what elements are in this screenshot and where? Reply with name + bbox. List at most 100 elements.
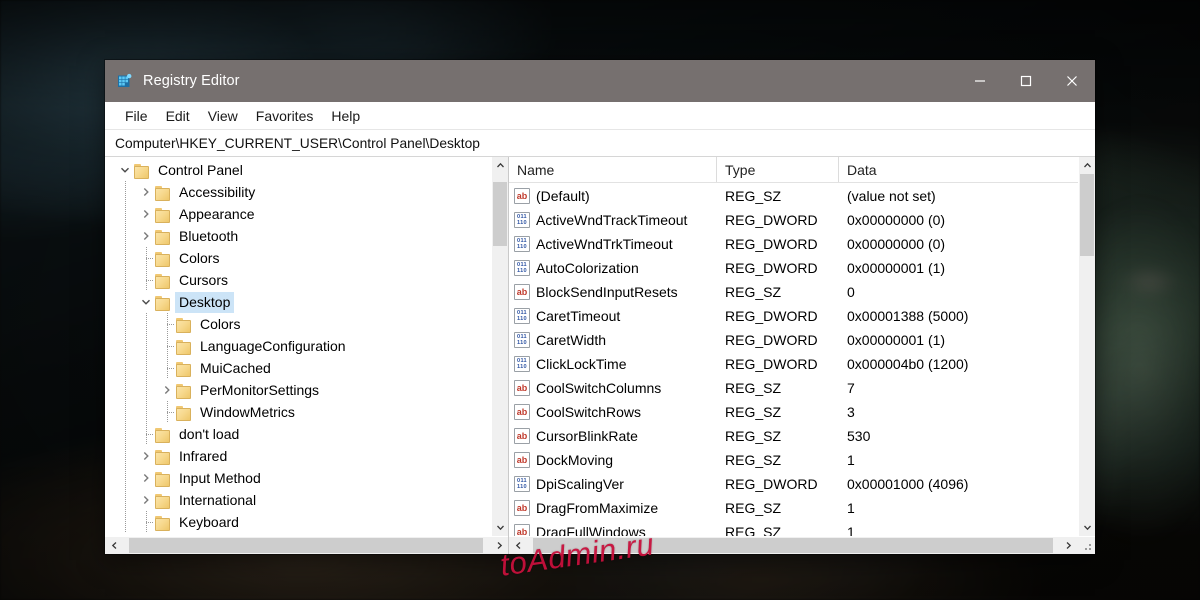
menu-item-edit[interactable]: Edit <box>157 105 199 127</box>
tree-item-label: Control Panel <box>158 161 243 178</box>
value-row[interactable]: 011 110 CaretTimeout REG_DWORD 0x00001388 (5… <box>509 304 1078 328</box>
tree-guide-line <box>125 291 126 313</box>
address-bar[interactable]: Computer\HKEY_CURRENT_USER\Control Panel… <box>105 130 1095 157</box>
value-name-cell: 011 110 ActiveWndTrackTimeout <box>509 212 717 228</box>
value-row[interactable]: ab (Default) REG_SZ (value not set) <box>509 184 1078 208</box>
value-row[interactable]: 011 110 ActiveWndTrkTimeout REG_DWORD 0x0000… <box>509 232 1078 256</box>
tree-item[interactable]: Colors <box>105 313 491 335</box>
close-button[interactable] <box>1049 60 1095 102</box>
tree-item[interactable]: Accessibility <box>105 181 491 203</box>
tree-item[interactable]: Infrared <box>105 445 491 467</box>
folder-icon <box>133 163 149 179</box>
values-column-header: Name Type Data <box>509 157 1078 183</box>
tree-horizontal-scrollbar[interactable] <box>105 536 508 554</box>
chevron-right-icon[interactable] <box>138 448 154 464</box>
value-row[interactable]: ab BlockSendInputResets REG_SZ 0 <box>509 280 1078 304</box>
menu-item-file[interactable]: File <box>116 105 157 127</box>
tree-item[interactable]: Bluetooth <box>105 225 491 247</box>
tree-item[interactable]: Colors <box>105 247 491 269</box>
chevron-right-icon[interactable] <box>138 206 154 222</box>
tree-guide-line <box>146 401 147 423</box>
resize-grip[interactable] <box>1077 537 1095 554</box>
values-scroll-down-icon[interactable] <box>1079 519 1095 536</box>
folder-icon <box>154 449 170 465</box>
tree-scroll-track[interactable] <box>492 174 508 519</box>
values-vertical-scrollbar[interactable] <box>1078 157 1095 536</box>
column-header-name[interactable]: Name <box>509 157 717 182</box>
chevron-right-icon[interactable] <box>138 492 154 508</box>
tree-item[interactable]: Desktop <box>105 291 491 313</box>
tree-guide-line <box>125 181 126 203</box>
tree-item[interactable]: Keyboard <box>105 511 491 533</box>
tree-item[interactable]: don't load <box>105 423 491 445</box>
registry-editor-window: Registry Editor File Edit View Favorites… <box>105 60 1095 554</box>
window-controls <box>957 60 1095 102</box>
maximize-button[interactable] <box>1003 60 1049 102</box>
tree-elbow-line <box>167 324 175 325</box>
chevron-down-icon[interactable] <box>117 162 133 178</box>
folder-icon <box>175 317 191 333</box>
chevron-down-icon[interactable] <box>138 294 154 310</box>
menu-item-favorites[interactable]: Favorites <box>247 105 323 127</box>
tree-guide-line <box>146 335 147 357</box>
values-list: ab (Default) REG_SZ (value not set) 011 110 Ac… <box>509 183 1078 536</box>
tree-item[interactable]: Input Method <box>105 467 491 489</box>
value-row[interactable]: ab DockMoving REG_SZ 1 <box>509 448 1078 472</box>
tree-hscroll-thumb[interactable] <box>129 538 483 553</box>
tree-item[interactable]: WindowMetrics <box>105 401 491 423</box>
value-row[interactable]: ab CoolSwitchRows REG_SZ 3 <box>509 400 1078 424</box>
tree-item-label: Appearance <box>179 205 255 222</box>
folder-icon <box>175 383 191 399</box>
value-row[interactable]: ab DragFromMaximize REG_SZ 1 <box>509 496 1078 520</box>
minimize-button[interactable] <box>957 60 1003 102</box>
title-bar[interactable]: Registry Editor <box>105 60 1095 102</box>
tree-scroll-down-icon[interactable] <box>492 519 508 536</box>
folder-icon <box>175 361 191 377</box>
content-panes: Control Panel Accessibility Appearance Blue… <box>105 157 1095 554</box>
tree-elbow-line <box>167 412 175 413</box>
chevron-right-icon[interactable] <box>138 470 154 486</box>
tree-item[interactable]: LanguageConfiguration <box>105 335 491 357</box>
tree-item[interactable]: Cursors <box>105 269 491 291</box>
tree-hscroll-track[interactable] <box>123 537 490 554</box>
values-scroll-track[interactable] <box>1079 174 1095 519</box>
tree-guide-line <box>125 335 126 357</box>
string-value-icon: ab <box>514 284 530 300</box>
folder-icon <box>154 295 170 311</box>
value-row[interactable]: 011 110 DpiScalingVer REG_DWORD 0x00001000 (… <box>509 472 1078 496</box>
tree-scroll-thumb[interactable] <box>493 182 507 246</box>
value-type-cell: REG_SZ <box>725 380 782 396</box>
value-row[interactable]: ab CursorBlinkRate REG_SZ 530 <box>509 424 1078 448</box>
chevron-right-icon[interactable] <box>138 184 154 200</box>
value-row[interactable]: 011 110 ActiveWndTrackTimeout REG_DWORD 0x00… <box>509 208 1078 232</box>
tree-item[interactable]: International <box>105 489 491 511</box>
value-type-cell: REG_DWORD <box>725 260 818 276</box>
value-row[interactable]: 011 110 AutoColorization REG_DWORD 0x0000000… <box>509 256 1078 280</box>
value-row[interactable]: 011 110 CaretWidth REG_DWORD 0x00000001 (1) <box>509 328 1078 352</box>
column-header-type[interactable]: Type <box>717 157 839 182</box>
value-name-cell: 011 110 CaretTimeout <box>509 308 717 324</box>
value-row[interactable]: ab CoolSwitchColumns REG_SZ 7 <box>509 376 1078 400</box>
value-row[interactable]: 011 110 ClickLockTime REG_DWORD 0x000004b0 (… <box>509 352 1078 376</box>
tree-guide-line <box>125 379 126 401</box>
tree-item[interactable]: MuiCached <box>105 357 491 379</box>
tree-elbow-line <box>146 522 154 523</box>
chevron-right-icon[interactable] <box>138 228 154 244</box>
menu-item-help[interactable]: Help <box>322 105 369 127</box>
menu-item-view[interactable]: View <box>199 105 247 127</box>
tree-scroll-up-icon[interactable] <box>492 157 508 174</box>
values-scroll-thumb[interactable] <box>1080 174 1094 256</box>
folder-icon <box>154 229 170 245</box>
chevron-right-icon[interactable] <box>159 382 175 398</box>
tree-guide-line <box>146 379 147 401</box>
tree-vertical-scrollbar[interactable] <box>491 157 508 536</box>
values-scroll-up-icon[interactable] <box>1079 157 1095 174</box>
column-header-data[interactable]: Data <box>839 157 1078 182</box>
tree-item[interactable]: PerMonitorSettings <box>105 379 491 401</box>
tree-item[interactable]: Appearance <box>105 203 491 225</box>
values-scroll-right-icon[interactable] <box>1059 537 1077 554</box>
tree-scroll-left-icon[interactable] <box>105 537 123 554</box>
tree-guide-line <box>125 511 126 533</box>
tree-item[interactable]: Control Panel <box>105 159 491 181</box>
folder-icon <box>154 427 170 443</box>
